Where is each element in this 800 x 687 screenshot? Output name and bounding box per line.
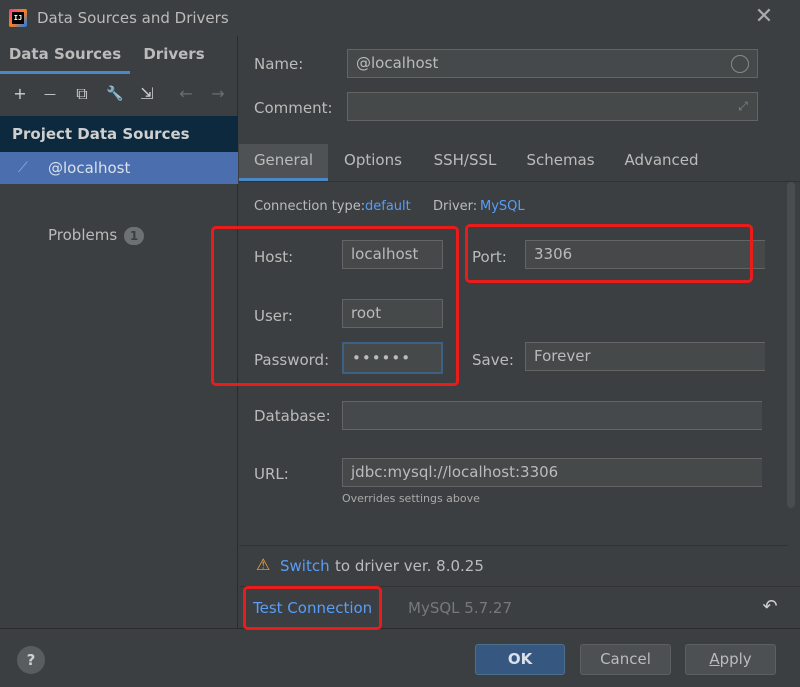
tab-general[interactable]: General [239,144,328,181]
save-password-select[interactable]: Forever [525,342,765,371]
database-label: Database: [254,407,331,425]
url-hint: Overrides settings above [342,492,480,505]
problems-label[interactable]: Problems [48,226,117,244]
window-title: Data Sources and Drivers [37,9,229,27]
problems-count-badge: 1 [124,227,144,245]
save-label: Save: [472,351,514,369]
driver-label: Driver: [433,199,478,214]
data-source-item-localhost[interactable]: ⟋ @localhost [0,152,238,184]
forward-arrow-icon[interactable]: → [206,82,230,106]
data-source-label: @localhost [48,159,131,177]
title-bar: IJ Data Sources and Drivers ✕ [0,0,800,36]
server-version: MySQL 5.7.27 [408,599,512,617]
tab-data-sources[interactable]: Data Sources [0,36,130,74]
highlight-credentials [211,226,459,386]
settings-tabs: General Options SSH/SSL Schemas Advanced [239,144,800,182]
expand-icon[interactable]: ⤢ [735,98,751,114]
apply-mnemonic: A [709,650,720,668]
connection-type-label: Connection type: [254,199,366,214]
ok-button[interactable]: OK [475,644,565,675]
wrench-icon[interactable]: 🔧 [103,82,127,106]
highlight-test-connection [243,586,382,630]
intellij-logo-icon: IJ [9,9,27,27]
cancel-button[interactable]: Cancel [580,644,671,675]
remove-icon[interactable]: — [38,82,62,106]
tab-advanced[interactable]: Advanced [609,144,714,181]
project-data-sources-header: Project Data Sources [0,116,238,152]
comment-field[interactable]: ⤢ [347,92,758,121]
dialog-footer: ? OK Cancel Apply [0,628,800,687]
name-value: @localhost [356,54,439,72]
database-input[interactable] [342,401,762,430]
url-input[interactable]: jdbc:mysql://localhost:3306 [342,458,762,487]
highlight-port [465,224,753,283]
tab-schemas[interactable]: Schemas [512,144,609,181]
mysql-dolphin-icon: ⟋ [18,160,28,176]
name-label: Name: [254,55,304,73]
driver-warning: ⚠ Switch to driver ver. 8.0.25 [239,545,788,585]
left-panel: Data Sources Drivers + — ⧉ 🔧 ⇲ ← → Proje… [0,36,238,628]
help-button[interactable]: ? [17,646,45,674]
apply-button[interactable]: Apply [685,644,776,675]
color-circle-icon[interactable] [731,55,749,73]
url-label: URL: [254,465,289,483]
back-arrow-icon[interactable]: ← [174,82,198,106]
logo-text: IJ [12,12,24,24]
connection-type-link[interactable]: default [365,199,411,214]
comment-label: Comment: [254,99,333,117]
add-icon[interactable]: + [8,82,32,106]
warning-icon: ⚠ [256,555,271,574]
close-icon[interactable]: ✕ [752,6,776,30]
revert-icon[interactable]: ↶ [759,596,781,618]
tab-ssh-ssl[interactable]: SSH/SSL [418,144,512,181]
apply-label-rest: pply [719,650,752,668]
tab-drivers[interactable]: Drivers [130,36,218,74]
left-toolbar: + — ⧉ 🔧 ⇲ ← → [0,74,238,114]
name-field[interactable]: @localhost [347,49,758,78]
tab-options[interactable]: Options [328,144,418,181]
warning-text: to driver ver. 8.0.25 [335,557,484,575]
switch-driver-link[interactable]: Switch [280,557,330,575]
import-icon[interactable]: ⇲ [135,82,159,106]
vertical-scrollbar[interactable] [787,182,795,508]
driver-link[interactable]: MySQL [480,199,525,214]
duplicate-icon[interactable]: ⧉ [70,82,94,106]
